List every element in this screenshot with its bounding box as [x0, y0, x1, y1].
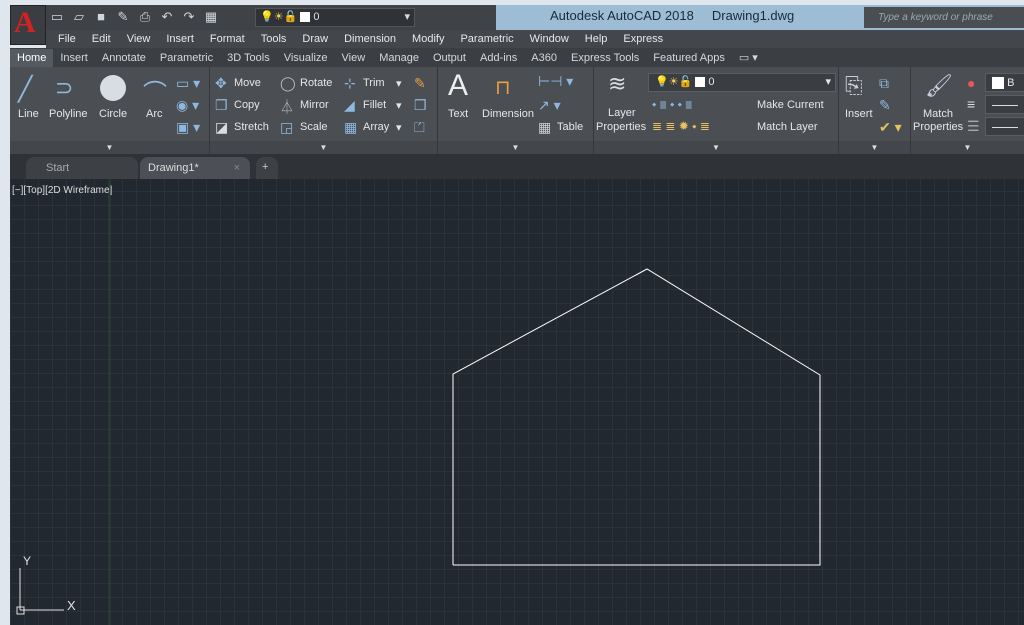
ucs-y-label: Y — [23, 554, 31, 568]
ucs-x-label: X — [67, 598, 76, 613]
ucs-icon — [16, 568, 64, 615]
drawing-geometry: Y X — [16, 179, 821, 625]
house-polyline[interactable] — [452, 268, 821, 566]
